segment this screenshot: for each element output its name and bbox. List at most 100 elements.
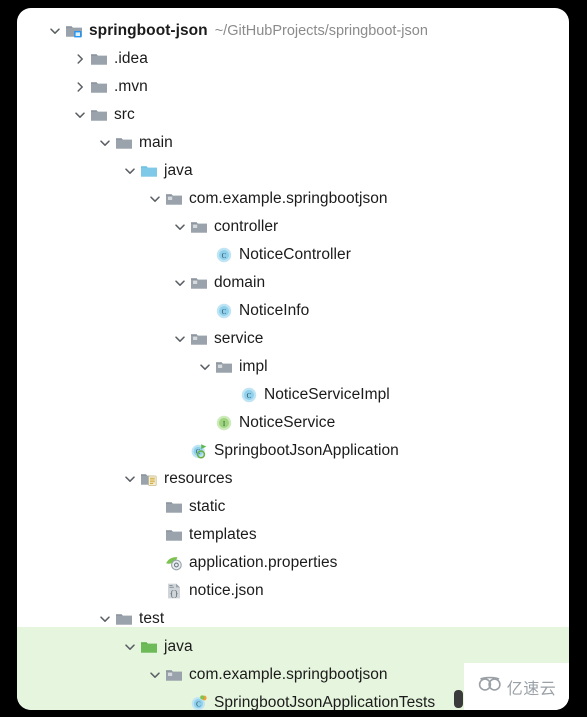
- tree-row-label: resources: [164, 470, 233, 487]
- resources-folder-icon: [140, 470, 158, 488]
- folder-icon: [90, 50, 108, 68]
- tree-row-label: src: [114, 106, 135, 123]
- chevron-down-icon[interactable]: [172, 331, 188, 347]
- tree-row-label: templates: [189, 526, 257, 543]
- tree-row-label: notice.json: [189, 582, 264, 599]
- tree-row-label: domain: [214, 274, 266, 291]
- tree-row[interactable]: C SpringbootJsonApplication: [172, 437, 569, 465]
- tree-row-label: java: [164, 162, 193, 179]
- package-icon: [215, 358, 233, 376]
- svg-text:C: C: [196, 701, 201, 708]
- tree-row[interactable]: domain: [172, 269, 569, 297]
- tree-row-label: NoticeController: [239, 246, 351, 263]
- chevron-down-icon[interactable]: [147, 191, 163, 207]
- tree-row-label: java: [164, 638, 193, 655]
- java-class-icon: C: [240, 386, 258, 404]
- java-class-icon: C: [215, 246, 233, 264]
- java-class-icon: C: [215, 302, 233, 320]
- chevron-down-icon[interactable]: [172, 275, 188, 291]
- watermark-text: 亿速云: [506, 678, 557, 698]
- tree-row[interactable]: java: [122, 633, 569, 661]
- chevron-down-icon[interactable]: [47, 23, 63, 39]
- tree-row-label: com.example.springbootjson: [189, 666, 388, 683]
- folder-icon: [165, 526, 183, 544]
- tree-row[interactable]: static: [147, 493, 569, 521]
- tree-row[interactable]: springboot-json ~/GitHubProjects/springbo…: [47, 17, 569, 45]
- tree-row[interactable]: resources: [122, 465, 569, 493]
- chevron-down-icon[interactable]: [172, 219, 188, 235]
- tree-row[interactable]: service: [172, 325, 569, 353]
- package-icon: [190, 274, 208, 292]
- chevron-down-icon[interactable]: [97, 611, 113, 627]
- spring-properties-file-icon: [165, 554, 183, 572]
- chevron-right-icon[interactable]: [72, 51, 88, 67]
- module-folder-icon: [65, 22, 83, 40]
- folder-icon: [90, 78, 108, 96]
- tree-row-label: main: [139, 134, 173, 151]
- chevron-down-icon[interactable]: [97, 135, 113, 151]
- chevron-down-icon[interactable]: [147, 667, 163, 683]
- tree-row[interactable]: src: [72, 101, 569, 129]
- tree-row[interactable]: .idea: [72, 45, 569, 73]
- tree-row-label: SpringbootJsonApplicationTests: [214, 694, 436, 710]
- folder-icon: [165, 498, 183, 516]
- package-icon: [190, 330, 208, 348]
- tree-row-label: SpringbootJsonApplication: [214, 442, 399, 459]
- chevron-down-icon[interactable]: [72, 107, 88, 123]
- json-file-icon: {}: [165, 582, 183, 600]
- chevron-down-icon[interactable]: [122, 471, 138, 487]
- java-test-class-icon: C: [190, 694, 208, 710]
- tree-row[interactable]: test: [97, 605, 569, 633]
- tree-row[interactable]: com.example.springbootjson: [147, 185, 569, 213]
- tree-row-label: .mvn: [114, 78, 148, 95]
- tree-row[interactable]: templates: [147, 521, 569, 549]
- tree-row[interactable]: C NoticeServiceImpl: [222, 381, 569, 409]
- tree-row[interactable]: .mvn: [72, 73, 569, 101]
- tree-row[interactable]: I NoticeService: [197, 409, 569, 437]
- tree-row[interactable]: java: [122, 157, 569, 185]
- tree-row-label: NoticeInfo: [239, 302, 310, 319]
- tree-row-label: com.example.springbootjson: [189, 190, 388, 207]
- tree-row-label: impl: [239, 358, 268, 375]
- package-icon: [190, 218, 208, 236]
- spring-boot-application-icon: C: [190, 442, 208, 460]
- watermark: 亿速云: [464, 663, 569, 710]
- scrollbar-thumb[interactable]: [454, 690, 463, 708]
- chevron-right-icon[interactable]: [72, 79, 88, 95]
- folder-icon: [115, 134, 133, 152]
- svg-text:{}: {}: [170, 591, 179, 599]
- chevron-down-icon[interactable]: [122, 163, 138, 179]
- tree-row[interactable]: C NoticeController: [197, 241, 569, 269]
- tree-row-label: static: [189, 498, 226, 515]
- cloud-logo-icon: [477, 676, 503, 697]
- tree-row[interactable]: controller: [172, 213, 569, 241]
- tree-row-label: application.properties: [189, 554, 338, 571]
- svg-text:C: C: [222, 308, 227, 316]
- folder-icon: [115, 610, 133, 628]
- tree-row[interactable]: {} notice.json: [147, 577, 569, 605]
- tree-row[interactable]: application.properties: [147, 549, 569, 577]
- tree-row-label: controller: [214, 218, 279, 235]
- tree-row[interactable]: impl: [197, 353, 569, 381]
- svg-text:C: C: [222, 252, 227, 260]
- project-tree-panel: springboot-json ~/GitHubProjects/springbo…: [17, 8, 569, 710]
- chevron-down-icon[interactable]: [122, 639, 138, 655]
- package-icon: [165, 190, 183, 208]
- tree-row[interactable]: main: [97, 129, 569, 157]
- tree-row-label: test: [139, 610, 165, 627]
- package-icon: [165, 666, 183, 684]
- chevron-down-icon[interactable]: [197, 359, 213, 375]
- test-source-root-folder-icon: [140, 638, 158, 656]
- tree-row-label: NoticeServiceImpl: [264, 386, 390, 403]
- java-interface-icon: I: [215, 414, 233, 432]
- source-root-folder-icon: [140, 162, 158, 180]
- tree-row-label: .idea: [114, 50, 148, 67]
- tree-row-label: springboot-json: [89, 22, 208, 39]
- tree-row[interactable]: C NoticeInfo: [197, 297, 569, 325]
